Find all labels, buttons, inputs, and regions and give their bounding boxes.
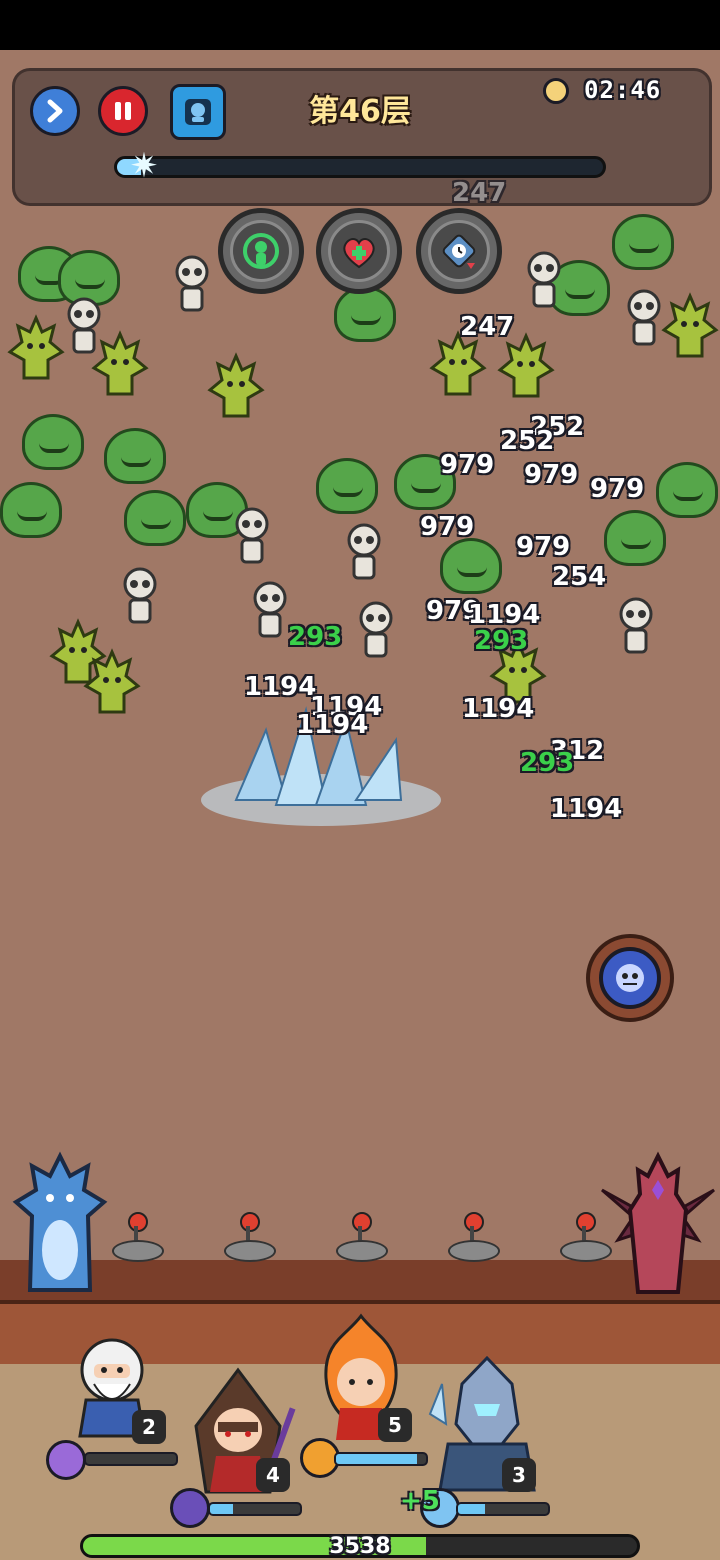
game-field: 247 247 252 252 979 979 979 979 979 979 … xyxy=(0,50,720,1560)
damage-number: 1194 xyxy=(462,694,535,724)
boss-summon-button[interactable] xyxy=(586,934,674,1022)
purple-skill-icon xyxy=(46,1440,86,1480)
skeleton-enemy xyxy=(67,297,101,354)
pause-icon xyxy=(115,102,131,120)
heal-number: 293 xyxy=(474,626,529,656)
clock-speed-icon xyxy=(442,234,476,269)
status-bar xyxy=(0,0,720,50)
damage-number: 979 xyxy=(524,460,579,490)
hero-level-badge: 4 xyxy=(256,1458,290,1492)
slime-enemy xyxy=(612,214,674,270)
damage-number: 979 xyxy=(516,532,571,562)
skeleton-enemy xyxy=(175,255,209,312)
slime-enemy xyxy=(656,462,718,518)
hero-mana-bar xyxy=(334,1452,428,1466)
red-dragon-guardian xyxy=(601,1151,715,1294)
demon-face-icon xyxy=(616,964,644,992)
card-deck-button[interactable] xyxy=(170,84,226,140)
chevron-right-icon xyxy=(47,99,63,123)
hero-mana-fill xyxy=(458,1504,485,1514)
skeleton-enemy xyxy=(619,597,653,654)
spark-icon: ✷ xyxy=(129,146,159,186)
pause-button[interactable] xyxy=(98,86,148,136)
hero-mana-bar xyxy=(456,1502,550,1516)
slime-enemy xyxy=(104,428,166,484)
skill-speed-button[interactable] xyxy=(416,208,502,294)
skeleton-enemy xyxy=(627,289,661,346)
hero-mana-bar xyxy=(84,1452,178,1466)
slime-enemy xyxy=(22,414,84,470)
bonus-indicator: +5 xyxy=(400,1486,440,1516)
skeleton-enemy xyxy=(253,581,287,638)
hero-level-badge: 2 xyxy=(132,1410,166,1444)
skip-button[interactable] xyxy=(30,86,80,136)
skill-target-button[interactable] xyxy=(218,208,304,294)
dragon-enemy xyxy=(207,352,265,418)
damage-number: 979 xyxy=(420,512,475,542)
slime-enemy xyxy=(316,458,378,514)
hero-mana-fill xyxy=(210,1504,233,1514)
slime-enemy xyxy=(604,510,666,566)
clock-icon xyxy=(543,78,569,104)
damage-number: 1194 xyxy=(244,672,317,702)
floor-level-label: 第46层 xyxy=(309,94,411,129)
damage-number: 979 xyxy=(440,450,495,480)
damage-number: 979 xyxy=(590,474,645,504)
damage-number: 252 xyxy=(500,426,555,456)
damage-number: 254 xyxy=(552,562,607,592)
lever-icon xyxy=(220,1212,276,1262)
skeleton-enemy xyxy=(359,601,393,658)
skeleton-enemy xyxy=(235,507,269,564)
wall-hp-value: 3538 xyxy=(329,1534,391,1559)
hero-level-badge: 5 xyxy=(378,1408,412,1442)
lever-icon xyxy=(444,1212,500,1262)
skeleton-enemy xyxy=(347,523,381,580)
lever-icon xyxy=(108,1212,164,1262)
damage-number: 1194 xyxy=(296,710,369,740)
skeleton-enemy xyxy=(527,251,561,308)
heal-number: 293 xyxy=(520,748,575,778)
skeleton-enemy xyxy=(123,567,157,624)
dragon-enemy xyxy=(7,314,65,380)
slime-enemy xyxy=(440,538,502,594)
damage-number: 1194 xyxy=(550,794,623,824)
skill-heal-button[interactable] xyxy=(316,208,402,294)
lever-icon xyxy=(332,1212,388,1262)
wave-progress-bar xyxy=(114,156,606,178)
arrow-skill-icon xyxy=(170,1488,210,1528)
heal-number: 293 xyxy=(288,622,343,652)
slime-enemy xyxy=(334,286,396,342)
blue-dragon-guardian xyxy=(12,1151,108,1292)
monster-card-icon xyxy=(185,99,211,125)
slime-enemy xyxy=(124,490,186,546)
heart-heal-icon xyxy=(343,238,375,269)
damage-number: 247 xyxy=(460,312,515,342)
hero-level-badge: 3 xyxy=(502,1458,536,1492)
hero-mana-fill xyxy=(336,1454,417,1464)
dragon-enemy xyxy=(661,292,719,358)
green-target-icon xyxy=(243,233,279,269)
dragon-enemy xyxy=(83,648,141,714)
hero-mana-bar xyxy=(208,1502,302,1516)
slime-enemy xyxy=(0,482,62,538)
time-remaining: 02:46 xyxy=(584,76,662,104)
